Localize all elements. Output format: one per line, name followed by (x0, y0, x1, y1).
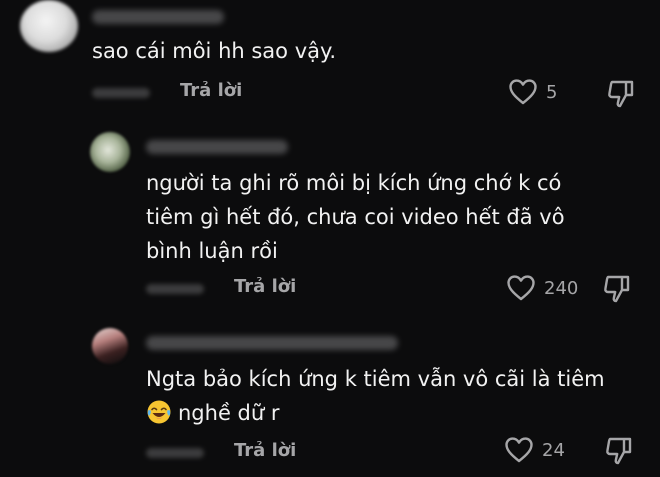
comment-date-blurred (92, 88, 150, 98)
like-button[interactable]: 24 (504, 436, 565, 464)
reply-button[interactable]: Trả lời (180, 80, 242, 101)
username-blurred[interactable] (92, 10, 224, 24)
comment-text: Ngta bảo kích ứng k tiêm vẫn vô cãi là t… (146, 362, 605, 430)
comment-date-blurred (146, 448, 204, 458)
laughing-tears-emoji (147, 400, 171, 424)
avatar[interactable] (92, 328, 128, 364)
heart-outline-icon (505, 437, 533, 463)
comment-text-line-2: nghề dữ r (178, 401, 280, 425)
thumbs-down-outline-icon[interactable] (604, 436, 634, 466)
comment-text: sao cái môi hh sao vậy. (92, 39, 337, 63)
comment-date-blurred (146, 284, 204, 294)
comment-text: người ta ghi rõ môi bị kích ứng chớ k có… (146, 171, 565, 263)
comment-text-line-1: Ngta bảo kích ứng k tiêm vẫn vô cãi là t… (146, 367, 605, 391)
like-count: 5 (546, 81, 558, 103)
heart-outline-icon (509, 79, 537, 105)
username-blurred[interactable] (146, 140, 288, 154)
thumbs-down-outline-icon[interactable] (606, 79, 636, 109)
username-blurred[interactable] (146, 336, 398, 350)
like-count: 240 (544, 277, 579, 299)
like-count: 24 (542, 439, 565, 461)
like-button[interactable]: 240 (506, 274, 578, 302)
reply-button[interactable]: Trả lời (234, 440, 296, 461)
heart-outline-icon (507, 275, 535, 301)
avatar[interactable] (20, 0, 78, 52)
like-button[interactable]: 5 (508, 78, 557, 106)
avatar[interactable] (90, 132, 130, 172)
reply-button[interactable]: Trả lời (234, 276, 296, 297)
thumbs-down-outline-icon[interactable] (602, 274, 632, 304)
